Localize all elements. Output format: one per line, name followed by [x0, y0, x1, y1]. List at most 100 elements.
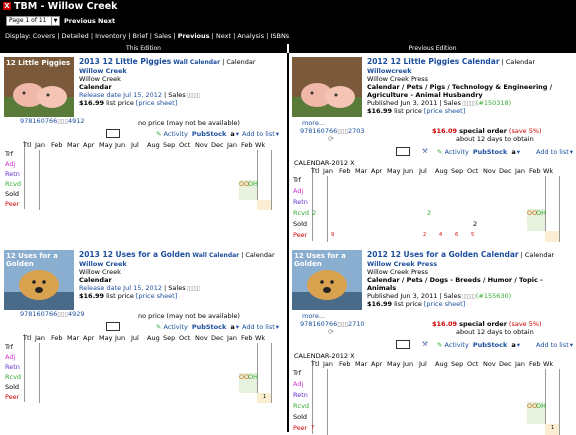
- price-sheet-link[interactable]: [price sheet]: [424, 300, 465, 308]
- display-previous[interactable]: Previous: [178, 32, 210, 40]
- sales-bars: ▯▯▯▯▯: [186, 91, 201, 99]
- isbn[interactable]: 978160766▯▯▯4912: [20, 117, 85, 125]
- month-header: Oct: [179, 141, 191, 149]
- previous-link[interactable]: Previous: [64, 17, 96, 25]
- row-label-retn: Retn: [5, 170, 20, 178]
- chevron-down-icon[interactable]: ▾: [236, 130, 239, 138]
- publisher-name: Willow Creek Press: [367, 75, 429, 83]
- display-brief[interactable]: Brief: [133, 32, 148, 40]
- price-sheet-link[interactable]: [price sheet]: [136, 99, 177, 107]
- activity-link[interactable]: Activity: [445, 148, 469, 156]
- activity-icon[interactable]: ✎: [156, 130, 164, 138]
- quantity-box[interactable]: [106, 129, 120, 138]
- month-header: Dec: [211, 334, 224, 342]
- more-link[interactable]: more...: [302, 312, 325, 320]
- quantity-box[interactable]: [396, 147, 410, 156]
- chevron-down-icon[interactable]: ▾: [517, 341, 520, 349]
- activity-icon[interactable]: ✎: [437, 341, 445, 349]
- month-header: Oct: [467, 360, 479, 368]
- item-title-link[interactable]: 2013 12 Uses for a Golden: [79, 250, 190, 259]
- quantity-box[interactable]: [106, 322, 120, 331]
- close-icon[interactable]: X: [3, 2, 11, 10]
- activity-link[interactable]: Activity: [445, 341, 469, 349]
- publisher-link[interactable]: Willow Creek: [79, 67, 127, 75]
- display-covers[interactable]: Covers: [33, 32, 55, 40]
- cover-image-golden[interactable]: 12 Uses for a Golden: [4, 250, 74, 310]
- grid-line: [39, 150, 40, 210]
- amazon-icon[interactable]: a: [230, 130, 234, 138]
- cover-title: 12 Little Piggies: [6, 59, 71, 67]
- cover-title: 12 Uses for a Golden: [6, 252, 58, 268]
- price-row: $16.99 list price [price sheet]: [79, 99, 177, 107]
- isbn[interactable]: 978160766▯▯▯2703: [300, 127, 365, 135]
- special-order-row: $16.09 special order (save 5%): [432, 127, 542, 135]
- publisher-link[interactable]: Willowcreek: [367, 67, 412, 75]
- activity-link[interactable]: Activity: [164, 323, 188, 331]
- cover-image-piggies[interactable]: 12 Little Piggies: [4, 57, 74, 117]
- next-link[interactable]: Next: [98, 17, 115, 25]
- activity-icon[interactable]: ✎: [156, 323, 164, 331]
- activity-link[interactable]: Activity: [164, 130, 188, 138]
- display-inventory[interactable]: Inventory: [95, 32, 126, 40]
- price-sheet-link[interactable]: [price sheet]: [136, 292, 177, 300]
- chevron-down-icon: ▾: [569, 148, 574, 156]
- item-title-link[interactable]: 2013 12 Little Piggies: [79, 57, 171, 66]
- inventory-grid: Ttl Jan Feb Mar Apr May Jun Jul Aug Sep Oct Nov Dec J…: [293, 167, 564, 242]
- date-row: Release date Jul 15, 2012 | Sales▯▯▯▯▯: [79, 91, 200, 99]
- item-title-link[interactable]: 2012 12 Uses for a Golden Calendar: [367, 250, 519, 259]
- more-link[interactable]: more...: [302, 119, 325, 127]
- isbn[interactable]: 978160766▯▯▯4929: [20, 310, 85, 318]
- isbn[interactable]: 978160766▯▯▯2710: [300, 320, 365, 328]
- month-header: Sep: [451, 167, 464, 175]
- tools-icon[interactable]: ⚒: [422, 147, 428, 155]
- row-label-adj: Adj: [5, 160, 16, 168]
- display-sales[interactable]: Sales: [154, 32, 171, 40]
- pubstock-link[interactable]: PubStock: [473, 341, 507, 349]
- month-header: Feb: [241, 334, 253, 342]
- display-isbns[interactable]: ISBNs: [270, 32, 289, 40]
- publisher-link[interactable]: Willow Creek: [79, 260, 127, 268]
- chevron-down-icon[interactable]: ▾: [517, 148, 520, 156]
- publisher-link[interactable]: Willow Creek Press: [367, 260, 437, 268]
- row-label-sold: Sold: [293, 220, 308, 228]
- column-header-this: This Edition: [0, 44, 287, 53]
- pubstock-link[interactable]: PubStock: [192, 323, 226, 331]
- tools-icon[interactable]: ⚒: [422, 340, 428, 348]
- isbn-suffix: 4929: [67, 310, 85, 318]
- month-header: Jan: [227, 141, 238, 149]
- display-detailed[interactable]: Detailed: [62, 32, 89, 40]
- page-select[interactable]: Page 1 of 11 ▼: [6, 16, 60, 26]
- add-to-list-link[interactable]: Add to list▾: [536, 148, 573, 156]
- amazon-icon[interactable]: a: [511, 341, 515, 349]
- amazon-icon[interactable]: a: [511, 148, 515, 156]
- month-header: Nov: [195, 334, 208, 342]
- add-to-list-link[interactable]: Add to list▾: [242, 323, 279, 331]
- obtain-time: about 12 days to obtain: [456, 135, 534, 143]
- activity-icon[interactable]: ✎: [437, 148, 445, 156]
- price-sheet-link[interactable]: [price sheet]: [424, 107, 465, 115]
- month-header: Feb: [529, 167, 541, 175]
- add-to-list-link[interactable]: Add to list▾: [242, 130, 279, 138]
- display-next[interactable]: Next: [216, 32, 231, 40]
- add-to-list-link[interactable]: Add to list▾: [536, 341, 573, 349]
- item-title-link[interactable]: 2012 12 Little Piggies Calendar: [367, 57, 500, 66]
- oh-label: OH: [536, 209, 547, 217]
- display-analysis[interactable]: Analysis: [237, 32, 264, 40]
- row-label-retn: Retn: [293, 198, 308, 206]
- quantity-box[interactable]: [396, 340, 410, 349]
- month-header: Apr: [371, 167, 383, 175]
- cover-image-golden[interactable]: 12 Uses for a Golden: [292, 250, 362, 310]
- pubstock-link[interactable]: PubStock: [192, 130, 226, 138]
- highlight-cell: [545, 231, 559, 242]
- row-label-trf: Trf: [5, 150, 13, 158]
- pubstock-link[interactable]: PubStock: [473, 148, 507, 156]
- price-suffix: list price: [106, 99, 134, 107]
- month-header: Feb: [339, 360, 351, 368]
- refresh-icon[interactable]: ⟳: [328, 135, 334, 143]
- chevron-down-icon[interactable]: ▾: [236, 323, 239, 331]
- month-header: Sep: [163, 141, 176, 149]
- cover-image-piggies[interactable]: [292, 57, 362, 117]
- amazon-icon[interactable]: a: [230, 323, 234, 331]
- refresh-icon[interactable]: ⟳: [328, 328, 334, 336]
- grid-line: [559, 176, 560, 242]
